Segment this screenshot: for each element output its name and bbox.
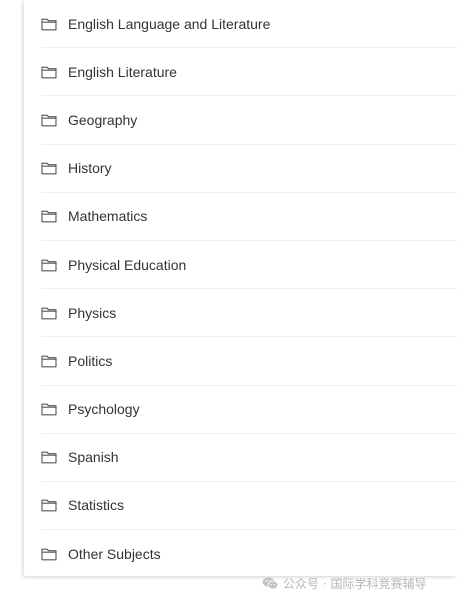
list-item[interactable]: Physical Education bbox=[41, 241, 457, 290]
list-item[interactable]: Mathematics bbox=[41, 193, 457, 241]
folder-icon bbox=[41, 258, 57, 272]
list-item-label: Physics bbox=[68, 304, 117, 321]
folder-icon bbox=[41, 498, 57, 512]
list-item-label: English Language and Literature bbox=[68, 15, 271, 32]
watermark: 公众号 · 国际学科竞赛辅导 bbox=[262, 574, 426, 592]
folder-icon bbox=[41, 402, 57, 416]
list-item[interactable]: Spanish bbox=[41, 434, 457, 482]
folder-icon bbox=[41, 113, 57, 127]
folder-icon bbox=[41, 17, 57, 31]
subject-folder-panel: English Language and Literature English … bbox=[24, 0, 457, 576]
list-item-label: Other Subjects bbox=[68, 546, 161, 563]
watermark-text: 公众号 · 国际学科竞赛辅导 bbox=[283, 576, 427, 591]
list-item-label: Politics bbox=[68, 352, 113, 369]
wechat-icon bbox=[262, 576, 279, 590]
list-item-label: Mathematics bbox=[68, 208, 148, 225]
list-item[interactable]: Geography bbox=[41, 96, 457, 145]
folder-icon bbox=[41, 547, 57, 561]
list-item[interactable]: Politics bbox=[41, 337, 457, 386]
list-item-label: Physical Education bbox=[68, 256, 187, 273]
list-item[interactable]: Psychology bbox=[41, 386, 457, 434]
list-item[interactable]: English Literature bbox=[41, 48, 457, 97]
list-item[interactable]: History bbox=[41, 145, 457, 193]
list-item[interactable]: Statistics bbox=[41, 482, 457, 531]
list-item[interactable]: English Language and Literature bbox=[41, 0, 457, 49]
list-item-label: Psychology bbox=[68, 401, 140, 418]
list-item[interactable]: Physics bbox=[41, 289, 457, 338]
list-item-label: Geography bbox=[68, 111, 138, 128]
folder-icon bbox=[41, 65, 57, 79]
subject-folder-list: English Language and Literature English … bbox=[41, 0, 457, 578]
folder-icon bbox=[41, 354, 57, 368]
list-item[interactable]: Other Subjects bbox=[41, 530, 457, 578]
list-item-label: Statistics bbox=[68, 497, 125, 514]
folder-icon bbox=[41, 306, 57, 320]
list-item-label: English Literature bbox=[68, 63, 177, 80]
list-item-label: Spanish bbox=[68, 449, 119, 466]
folder-icon bbox=[41, 209, 57, 223]
folder-icon bbox=[41, 161, 57, 175]
folder-icon bbox=[41, 450, 57, 464]
list-item-label: History bbox=[68, 160, 112, 177]
